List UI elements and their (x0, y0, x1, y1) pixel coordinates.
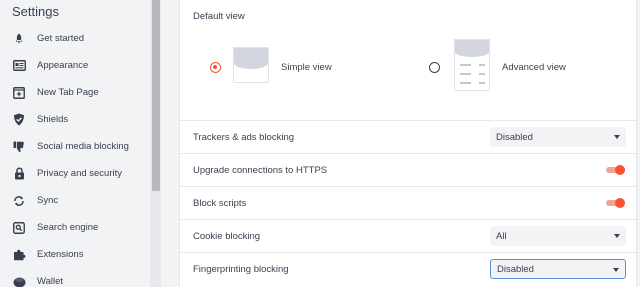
block-scripts-label: Block scripts (193, 197, 247, 209)
select-value: Disabled (496, 131, 533, 143)
sidebar-item-social-media-blocking[interactable]: Social media blocking (0, 133, 150, 160)
lock-icon (12, 167, 26, 181)
sidebar-item-label: New Tab Page (37, 87, 99, 98)
settings-row-scripts: Block scripts (180, 186, 638, 219)
rocket-icon (12, 32, 26, 46)
preview-line (460, 73, 471, 75)
simple-view-label[interactable]: Simple view (281, 62, 332, 73)
sidebar-item-get-started[interactable]: Get started (0, 25, 150, 52)
settings-row-fingerprinting: Fingerprinting blocking Disabled (180, 252, 638, 285)
upgrade-https-toggle[interactable] (606, 165, 625, 175)
cookie-blocking-select[interactable]: All (490, 226, 626, 246)
sidebar-title: Settings (12, 4, 59, 19)
block-scripts-toggle[interactable] (606, 198, 625, 208)
sidebar-item-shields[interactable]: Shields (0, 106, 150, 133)
new-tab-icon (12, 86, 26, 100)
select-value: Disabled (497, 263, 534, 275)
cookie-blocking-label: Cookie blocking (193, 230, 261, 242)
trackers-blocking-label: Trackers & ads blocking (193, 131, 295, 143)
sidebar-item-new-tab-page[interactable]: New Tab Page (0, 79, 150, 106)
settings-row-https: Upgrade connections to HTTPS (180, 153, 638, 186)
trackers-blocking-select[interactable]: Disabled (490, 127, 626, 147)
shields-settings-panel: Default view Simple view Advanced view T… (179, 0, 638, 287)
advanced-view-preview[interactable] (454, 39, 490, 91)
preview-arrow (479, 64, 485, 66)
fingerprinting-blocking-label: Fingerprinting blocking (193, 263, 289, 275)
chevron-down-icon (614, 234, 620, 238)
appearance-icon (12, 59, 26, 73)
select-value: All (496, 230, 507, 242)
settings-row-cookies: Cookie blocking All (180, 219, 638, 252)
sidebar-item-extensions[interactable]: Extensions (0, 241, 150, 268)
sidebar-item-appearance[interactable]: Appearance (0, 52, 150, 79)
settings-sidebar: Settings Get started Appearance New Tab … (0, 0, 150, 287)
settings-row-trackers: Trackers & ads blocking Disabled (180, 120, 638, 153)
sidebar-scrollbar-thumb[interactable] (152, 0, 160, 191)
extensions-icon (12, 248, 26, 262)
sidebar-item-label: Extensions (37, 249, 84, 260)
shield-icon (12, 113, 26, 127)
preview-line (460, 82, 471, 84)
sidebar-item-label: Privacy and security (37, 168, 123, 179)
sidebar-item-label: Appearance (37, 60, 89, 71)
search-icon (12, 221, 26, 235)
sidebar-item-sync[interactable]: Sync (0, 187, 150, 214)
settings-window: Settings Get started Appearance New Tab … (0, 0, 640, 287)
preview-header-band (234, 48, 268, 69)
advanced-view-radio[interactable] (429, 62, 440, 73)
thumbs-down-icon (12, 140, 26, 154)
wallet-icon (12, 275, 26, 287)
sidebar-item-label: Sync (37, 195, 59, 206)
preview-arrow (479, 73, 485, 75)
sidebar-item-wallet[interactable]: Wallet (0, 268, 150, 287)
preview-header-band (455, 40, 489, 57)
toggle-knob (615, 165, 625, 175)
sidebar-item-label: Search engine (37, 222, 99, 233)
sync-icon (12, 194, 26, 208)
sidebar-item-label: Shields (37, 114, 69, 125)
toggle-knob (615, 198, 625, 208)
sidebar-item-privacy-and-security[interactable]: Privacy and security (0, 160, 150, 187)
simple-view-radio[interactable] (210, 62, 221, 73)
chevron-down-icon (614, 135, 620, 139)
default-view-label: Default view (193, 11, 245, 22)
preview-line (460, 64, 471, 66)
advanced-view-label[interactable]: Advanced view (502, 62, 566, 73)
sidebar-item-label: Social media blocking (37, 141, 129, 152)
chevron-down-icon (613, 268, 619, 272)
simple-view-preview[interactable] (233, 47, 269, 83)
fingerprinting-blocking-select[interactable]: Disabled (490, 259, 626, 279)
preview-arrow (479, 82, 485, 84)
sidebar-item-search-engine[interactable]: Search engine (0, 214, 150, 241)
sidebar-item-label: Wallet (37, 276, 64, 287)
sidebar-item-label: Get started (37, 33, 84, 44)
upgrade-https-label: Upgrade connections to HTTPS (193, 164, 328, 176)
